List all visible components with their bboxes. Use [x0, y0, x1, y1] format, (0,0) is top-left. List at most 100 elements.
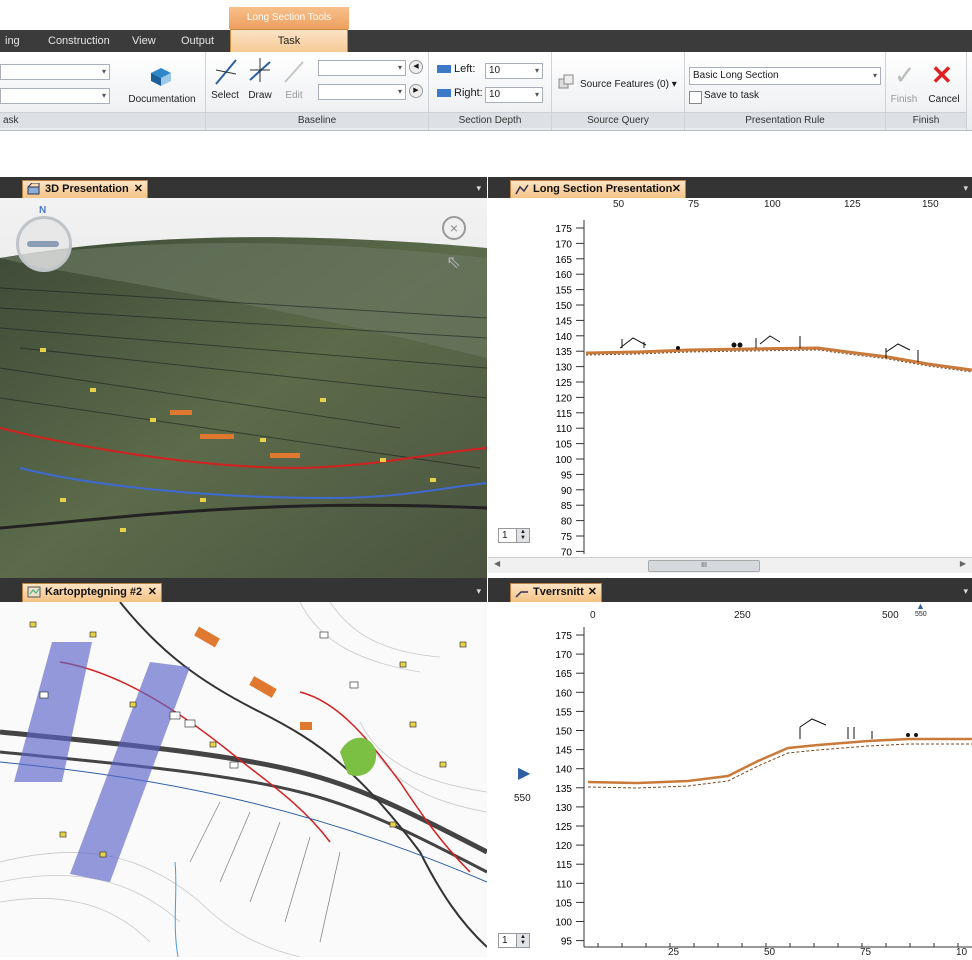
y-axis-label: 100	[555, 918, 572, 929]
group-section-depth: Left: 10 ▾ Right: 10 ▾ Section Depth	[429, 52, 552, 130]
map-view[interactable]	[0, 602, 487, 957]
y-axis-label: 95	[561, 937, 573, 948]
draw-baseline-icon	[248, 56, 272, 86]
chevron-down-icon: ▾	[397, 63, 402, 72]
panel-menu-icon[interactable]: ▾	[476, 586, 481, 597]
tab-3d-presentation[interactable]: 3D Presentation ✕	[22, 180, 148, 199]
scrollbar-thumb[interactable]: III	[648, 560, 760, 572]
long-section-ruler: 50 75 100 125 150	[488, 198, 972, 213]
y-axis-label: 100	[555, 455, 572, 466]
y-axis-label: 170	[555, 650, 572, 661]
y-axis-label: 125	[555, 822, 572, 833]
y-axis-label: 150	[555, 301, 572, 312]
cancel-button[interactable]: Cancel	[922, 94, 966, 105]
menu-item-output[interactable]: Output	[181, 30, 214, 52]
panel-header-map: Kartopptegning #2 ✕ ▾	[0, 578, 487, 602]
menu-item-view[interactable]: View	[132, 30, 156, 52]
tab-task[interactable]: Task	[230, 29, 348, 53]
select-button[interactable]: Select	[208, 90, 242, 101]
y-axis-label: 90	[561, 486, 573, 497]
tverrsnitt-plot[interactable]: 175 170 165 160 155 150 145 140 135 130 125 120 115 1…	[488, 621, 972, 958]
right-depth-input[interactable]: 10 ▾	[485, 87, 543, 103]
tab-long-section-presentation[interactable]: Long Section Presentation ✕	[510, 180, 686, 199]
y-axis-label: 105	[555, 898, 572, 909]
task-combo-2[interactable]: ▾	[0, 88, 110, 104]
documentation-button[interactable]: Documentation	[122, 94, 202, 105]
zoom-icon[interactable]: ×	[442, 216, 466, 240]
y-axis-label: 95	[561, 470, 573, 481]
cancel-x-icon: ✕	[931, 60, 953, 90]
baseline-combo-1[interactable]: ▾	[318, 60, 406, 76]
panel-menu-icon[interactable]: ▾	[476, 183, 481, 194]
y-axis-label: 155	[555, 707, 572, 718]
y-axis-label: 110	[556, 879, 572, 890]
menu-item-partial[interactable]: ing	[5, 30, 20, 52]
chevron-down-icon: ▾	[397, 87, 402, 96]
tab-tverrsnitt[interactable]: Tverrsnitt ✕	[510, 583, 602, 602]
left-depth-label: Left:	[454, 63, 476, 75]
station-marker-icon[interactable]: ▶	[518, 763, 530, 783]
save-to-task-label: Save to task	[704, 90, 760, 101]
baseline-combo-2[interactable]: ▾	[318, 84, 406, 100]
y-axis-label: 160	[555, 270, 572, 281]
3d-view-icon	[27, 183, 40, 195]
close-icon[interactable]: ✕	[148, 584, 157, 601]
chevron-down-icon: ▾	[534, 66, 539, 75]
documentation-book-icon	[148, 64, 174, 90]
y-axis-label: 165	[555, 669, 572, 680]
scroll-left-icon[interactable]: ◀	[494, 559, 500, 568]
tverrsnitt-zoom-spinner[interactable]: 1 ▲ ▼	[498, 933, 530, 948]
panel-header-tverrsnitt: Tverrsnitt ✕ ▾	[488, 578, 972, 602]
long-section-plot[interactable]: 175 170 165 160 155 150 145 140 135 130 125 120 115 1…	[488, 212, 972, 558]
group-label-finish: Finish	[886, 112, 966, 128]
ruler-label: 0	[590, 610, 596, 621]
task-combo-1[interactable]: ▾	[0, 64, 110, 80]
group-baseline: Select Draw Edit ▾ ▾ ◀ ▶ Baseline	[206, 52, 429, 130]
spinner-arrows-icon[interactable]: ▲ ▼	[516, 934, 529, 947]
long-section-hscrollbar[interactable]: ◀ III ▶	[488, 557, 972, 573]
finish-button[interactable]: Finish	[886, 94, 922, 105]
draw-button[interactable]: Draw	[244, 90, 276, 101]
left-depth-icon	[437, 65, 451, 73]
spinner-arrows-icon[interactable]: ▲ ▼	[516, 529, 529, 542]
x-axis-label: 10	[956, 947, 968, 958]
close-icon[interactable]: ✕	[588, 584, 597, 601]
context-tab-long-section-tools: Long Section Tools	[229, 7, 349, 29]
previous-icon[interactable]: ◀	[409, 60, 423, 74]
presentation-rule-combo[interactable]: Basic Long Section ▾	[689, 67, 881, 85]
long-section-icon	[515, 184, 529, 195]
compass-north-label: N	[39, 205, 47, 216]
ruler-label: 50	[613, 199, 625, 210]
ruler-label: 125	[844, 199, 861, 210]
panel-menu-icon[interactable]: ▾	[963, 586, 968, 597]
source-features-button[interactable]: Source Features (0) ▾	[580, 79, 677, 90]
edit-button[interactable]: Edit	[280, 90, 308, 101]
tab-kartopptegning-2[interactable]: Kartopptegning #2 ✕	[22, 583, 162, 602]
close-icon[interactable]: ✕	[134, 181, 143, 198]
close-icon[interactable]: ✕	[672, 181, 681, 198]
x-axis-label: 25	[668, 947, 680, 958]
next-icon[interactable]: ▶	[409, 84, 423, 98]
compass-icon[interactable]: N	[16, 205, 72, 272]
group-label-baseline: Baseline	[206, 112, 428, 128]
3d-view[interactable]: N × ⇖	[0, 198, 487, 578]
long-section-zoom-spinner[interactable]: 1 ▲ ▼	[498, 528, 530, 543]
cross-section-icon	[515, 591, 528, 598]
y-axis-label: 105	[555, 440, 572, 451]
y-axis-label: 145	[555, 316, 572, 327]
save-to-task-checkbox[interactable]	[689, 91, 702, 104]
menu-item-construction[interactable]: Construction	[48, 30, 110, 52]
group-label-presentation-rule: Presentation Rule	[685, 112, 885, 128]
y-axis-label: 135	[555, 784, 572, 795]
chevron-down-icon: ▾	[101, 91, 106, 100]
position-marker-icon[interactable]: ▲	[916, 601, 925, 611]
group-presentation-rule: Basic Long Section ▾ Save to task Present…	[685, 52, 886, 130]
panel-menu-icon[interactable]: ▾	[963, 183, 968, 194]
scroll-right-icon[interactable]: ▶	[960, 559, 966, 568]
group-finish: ✓ Finish ✕ Cancel Finish	[886, 52, 967, 130]
y-axis-label: 80	[561, 517, 573, 528]
y-axis-label: 120	[555, 841, 572, 852]
panel-header-long-section: Long Section Presentation ✕ ▾	[488, 177, 972, 199]
menu-bar: ing Construction View Output	[0, 30, 972, 52]
left-depth-input[interactable]: 10 ▾	[485, 63, 543, 79]
